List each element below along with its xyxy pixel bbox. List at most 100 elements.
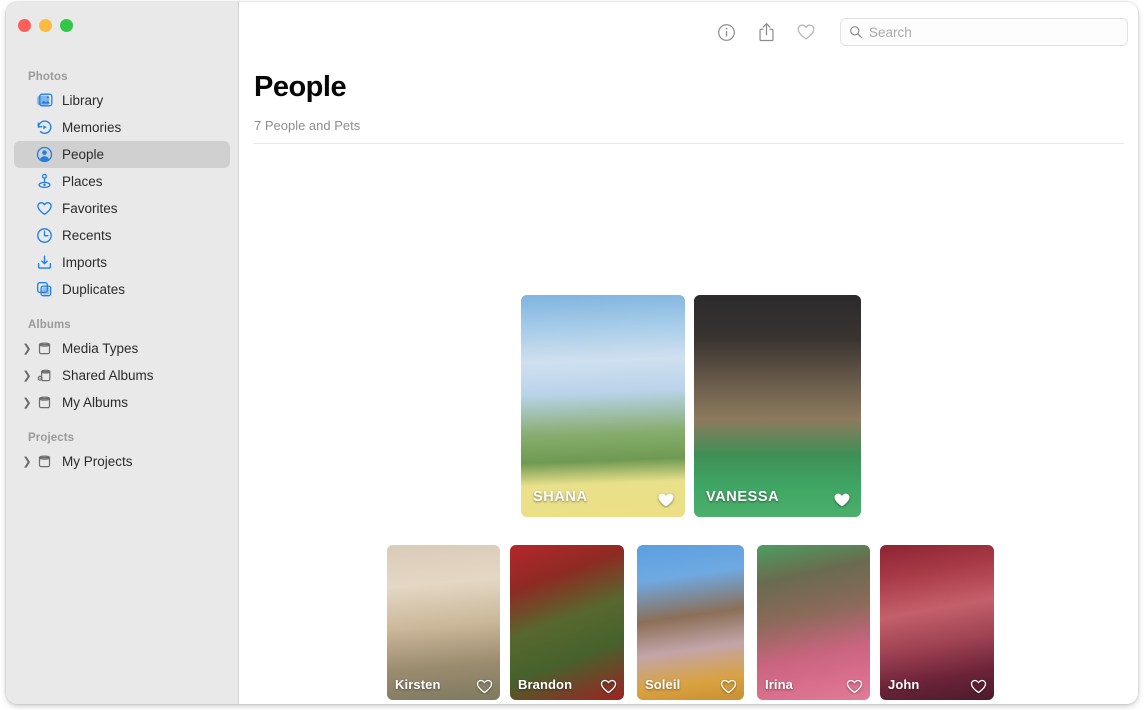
memories-icon: [36, 119, 53, 136]
person-tile[interactable]: Irina: [757, 545, 870, 700]
person-name: Kirsten: [395, 677, 441, 692]
favorite-outline-icon: [720, 679, 737, 694]
sidebar-item-label: Recents: [62, 229, 112, 243]
album-icon: [36, 394, 53, 411]
person-tile[interactable]: VANESSA: [694, 295, 861, 517]
chevron-right-icon[interactable]: ❯: [19, 369, 35, 382]
favorite-outline-icon: [476, 679, 493, 694]
album-icon: [35, 453, 53, 471]
person-tile[interactable]: SHANA: [521, 295, 685, 517]
person-favorite-toggle[interactable]: [476, 679, 493, 694]
sidebar-item-people[interactable]: People: [14, 141, 230, 168]
sidebar-item-memories[interactable]: Memories: [14, 114, 230, 141]
traffic-lights: [18, 19, 73, 32]
sidebar-item-favorites[interactable]: Favorites: [14, 195, 230, 222]
sidebar-item-label: Places: [62, 175, 103, 189]
person-thumbnail: [521, 295, 685, 517]
person-name: Irina: [765, 677, 793, 692]
sidebar-item-my-albums[interactable]: ❯ My Albums: [14, 389, 230, 416]
sidebar-scroll: Photos Library Memories People Places Favorit…: [6, 2, 238, 475]
sidebar-item-shared-albums[interactable]: ❯Shared Albums: [14, 362, 230, 389]
search-field[interactable]: [840, 18, 1128, 46]
duplicates-icon: [35, 281, 53, 299]
sidebar-item-library[interactable]: Library: [14, 87, 230, 114]
heart-icon: [796, 23, 816, 41]
main-content: People 7 People and Pets SHANA VANESSA Kir…: [239, 2, 1138, 704]
places-icon: [36, 173, 53, 190]
header-divider: [254, 143, 1124, 144]
person-name: Soleil: [645, 677, 680, 692]
sidebar: Photos Library Memories People Places Favorit…: [6, 2, 239, 704]
person-tile[interactable]: John: [880, 545, 994, 700]
sidebar-item-places[interactable]: Places: [14, 168, 230, 195]
album-icon: [35, 340, 53, 358]
person-favorite-toggle[interactable]: [720, 679, 737, 694]
chevron-right-icon[interactable]: ❯: [19, 455, 35, 468]
person-name: John: [888, 677, 919, 692]
person-favorite-toggle[interactable]: [846, 679, 863, 694]
sidebar-item-duplicates[interactable]: Duplicates: [14, 276, 230, 303]
search-input[interactable]: [869, 25, 1109, 40]
search-icon: [849, 25, 863, 39]
minimize-window-button[interactable]: [39, 19, 52, 32]
people-icon: [36, 146, 53, 163]
page-subtitle: 7 People and Pets: [254, 118, 1138, 133]
import-icon: [36, 254, 53, 271]
favorite-outline-icon: [970, 679, 987, 694]
zoom-window-button[interactable]: [60, 19, 73, 32]
library-icon: [35, 92, 53, 110]
favorite-outline-icon: [600, 679, 617, 694]
album-icon: [36, 340, 53, 357]
heart-icon: [36, 200, 53, 217]
album-icon: [35, 394, 53, 412]
person-name: VANESSA: [706, 489, 779, 505]
sidebar-item-my-projects[interactable]: ❯ My Projects: [14, 448, 230, 475]
person-favorite-toggle[interactable]: [657, 492, 675, 508]
sidebar-item-label: Favorites: [62, 202, 118, 216]
people-icon: [35, 146, 53, 164]
shared-album-icon: [35, 367, 53, 385]
info-button[interactable]: [706, 16, 746, 48]
close-window-button[interactable]: [18, 19, 31, 32]
person-favorite-toggle[interactable]: [833, 492, 851, 508]
sidebar-item-label: Memories: [62, 121, 121, 135]
info-icon: [717, 23, 736, 42]
chevron-right-icon[interactable]: ❯: [19, 342, 35, 355]
sidebar-item-label: Duplicates: [62, 283, 125, 297]
chevron-right-icon[interactable]: ❯: [19, 396, 35, 409]
sidebar-item-imports[interactable]: Imports: [14, 249, 230, 276]
favorite-filled-icon: [833, 492, 851, 508]
share-button[interactable]: [746, 16, 786, 48]
favorite-outline-icon: [846, 679, 863, 694]
page-title: People: [254, 72, 1138, 104]
sidebar-item-recents[interactable]: Recents: [14, 222, 230, 249]
sidebar-item-label: My Projects: [62, 455, 133, 469]
sidebar-item-label: Media Types: [62, 342, 138, 356]
import-icon: [35, 254, 53, 272]
duplicates-icon: [36, 281, 53, 298]
memories-icon: [35, 119, 53, 137]
person-tile[interactable]: Brandon: [510, 545, 624, 700]
shared-album-icon: [36, 367, 53, 384]
person-name: Brandon: [518, 677, 572, 692]
clock-icon: [36, 227, 53, 244]
person-tile[interactable]: Kirsten: [387, 545, 500, 700]
library-icon: [36, 92, 53, 109]
sidebar-item-media-types[interactable]: ❯ Media Types: [14, 335, 230, 362]
sidebar-item-label: My Albums: [62, 396, 128, 410]
photos-window: Photos Library Memories People Places Favorit…: [6, 2, 1138, 704]
sidebar-section-header-projects: Projects: [6, 416, 238, 448]
places-icon: [35, 173, 53, 191]
sidebar-section-header-albums: Albums: [6, 303, 238, 335]
sidebar-item-label: Imports: [62, 256, 107, 270]
clock-icon: [35, 227, 53, 245]
share-icon: [757, 22, 776, 42]
sidebar-section-header-photos: Photos: [6, 68, 238, 87]
person-tile[interactable]: Soleil: [637, 545, 744, 700]
sidebar-item-label: Library: [62, 94, 103, 108]
favorite-button[interactable]: [786, 16, 826, 48]
person-favorite-toggle[interactable]: [970, 679, 987, 694]
sidebar-item-label: People: [62, 148, 104, 162]
page-header: People 7 People and Pets: [239, 62, 1138, 133]
person-favorite-toggle[interactable]: [600, 679, 617, 694]
